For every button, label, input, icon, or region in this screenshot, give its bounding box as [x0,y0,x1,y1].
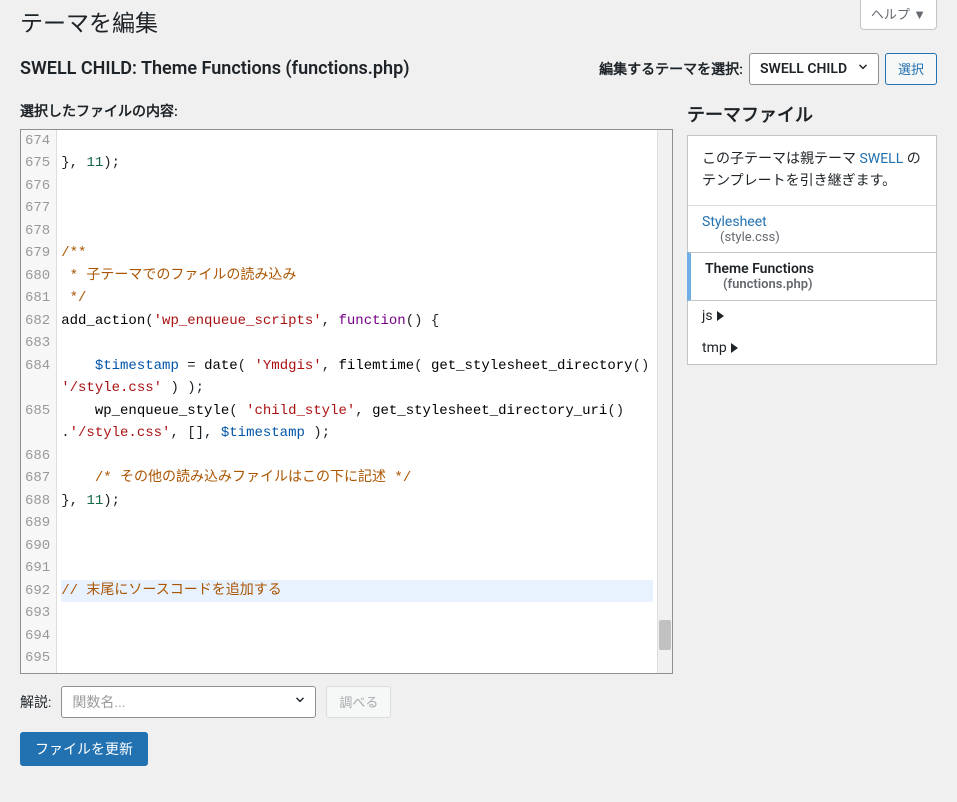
triangle-right-icon [717,311,724,321]
sidebar-title: テーマファイル [687,101,937,127]
folder-label: tmp [702,340,727,356]
file-item-filename: (style.css) [702,230,922,245]
code-line[interactable]: }, 11); [61,490,653,513]
file-heading: SWELL CHILD: Theme Functions (functions.… [20,58,410,79]
code-line[interactable] [61,535,653,558]
code-line[interactable] [61,647,653,670]
content-label: 選択したファイルの内容: [20,101,673,121]
file-item-functions-php[interactable]: Theme Functions(functions.php) [687,252,937,301]
code-line[interactable] [61,332,653,355]
folder-item-tmp[interactable]: tmp [688,332,936,364]
code-line[interactable] [61,602,653,625]
parent-theme-note: この子テーマは親テーマ SWELL のテンプレートを引き継ぎます。 [688,136,936,206]
theme-selected-value: SWELL CHILD [760,61,847,77]
code-line[interactable] [61,130,653,153]
folder-label: js [702,308,713,324]
file-item-label: Stylesheet [702,214,767,230]
theme-select[interactable]: SWELL CHILD [749,53,879,85]
code-area[interactable]: }, 11); /** * 子テーマでのファイルの読み込み */add_acti… [57,130,657,673]
parent-theme-link[interactable]: SWELL [859,151,903,167]
chevron-down-icon [293,693,307,711]
theme-select-label: 編集するテーマを選択: [599,59,743,79]
code-line[interactable]: }, 11); [61,152,653,175]
file-item-style-css[interactable]: Stylesheet(style.css) [688,206,936,253]
code-line[interactable]: add_action('wp_enqueue_scripts', functio… [61,310,653,333]
lookup-button: 調べる [326,686,391,718]
file-item-label: Theme Functions [705,261,814,277]
code-line[interactable]: /** [61,242,653,265]
code-line[interactable] [61,175,653,198]
line-gutter: 674675676677678679680681682683684 685 68… [21,130,57,673]
code-line[interactable] [61,557,653,580]
folder-item-js[interactable]: js [688,300,936,332]
file-tree: この子テーマは親テーマ SWELL のテンプレートを引き継ぎます。 Styles… [687,135,937,365]
scrollbar[interactable] [657,130,672,673]
page-title: テーマを編集 [20,0,937,43]
code-line[interactable]: // 末尾にソースコードを追加する [61,580,653,603]
code-line[interactable]: .'/style.css', [], $timestamp ); [61,422,653,445]
doc-placeholder: 関数名... [72,692,125,712]
code-line[interactable]: */ [61,287,653,310]
code-line[interactable]: wp_enqueue_style( 'child_style', get_sty… [61,400,653,423]
code-line[interactable] [61,445,653,468]
code-line[interactable]: $timestamp = date( 'Ymdgis', filemtime( … [61,355,653,378]
code-line[interactable]: * 子テーマでのファイルの読み込み [61,265,653,288]
code-line[interactable] [61,197,653,220]
code-editor[interactable]: 674675676677678679680681682683684 685 68… [20,129,673,674]
code-line[interactable]: /* その他の読み込みファイルはこの下に記述 */ [61,467,653,490]
triangle-right-icon [731,343,738,353]
code-line[interactable] [61,625,653,648]
code-line[interactable]: '/style.css' ) ); [61,377,653,400]
code-line[interactable] [61,512,653,535]
doc-select[interactable]: 関数名... [61,686,316,718]
scrollbar-thumb[interactable] [659,620,671,650]
file-item-filename: (functions.php) [705,277,922,292]
doc-label: 解説: [20,692,51,712]
help-tab[interactable]: ヘルプ ▼ [860,0,937,30]
select-button[interactable]: 選択 [885,53,937,85]
code-line[interactable] [61,220,653,243]
update-file-button[interactable]: ファイルを更新 [20,732,148,766]
chevron-down-icon [856,60,870,78]
